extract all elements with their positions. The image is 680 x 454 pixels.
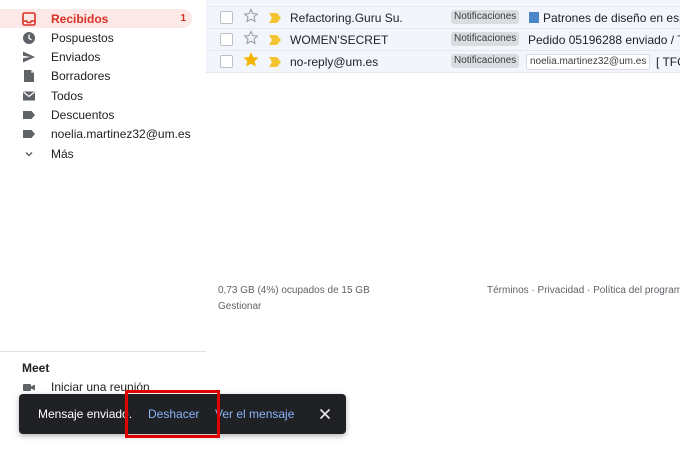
storage-usage: 0,73 GB (4%) ocupados de 15 GB: [218, 285, 370, 296]
highlight-box: [125, 390, 220, 438]
email-label[interactable]: Notificaciones: [451, 32, 520, 46]
video-camera-icon: [22, 380, 36, 394]
sidebar-item-label: Borradores: [51, 68, 111, 83]
email-sender: WOMEN'SECRET: [290, 33, 389, 47]
email-row[interactable]: Refactoring.Guru Su. Notificaciones Patr…: [206, 7, 680, 29]
star-icon[interactable]: [243, 30, 259, 46]
meet-title: Meet: [22, 361, 50, 375]
mail-icon: [22, 89, 36, 103]
footer-links[interactable]: Términos · Privacidad · Política del pro…: [487, 285, 680, 296]
email-row[interactable]: WOMEN'SECRET Notificaciones Pedido 05196…: [206, 29, 680, 51]
email-sender: no-reply@um.es: [290, 55, 379, 69]
important-marker-icon[interactable]: [269, 34, 281, 45]
email-sender: Refactoring.Guru Su.: [290, 11, 403, 25]
email-label-user[interactable]: noelia.martinez32@um.es: [526, 54, 651, 70]
row-checkbox[interactable]: [220, 55, 233, 68]
row-checkbox[interactable]: [220, 33, 233, 46]
sidebar-item-user-label[interactable]: noelia.martinez32@um.es: [0, 124, 192, 143]
snackbar-message: Mensaje enviado.: [38, 407, 133, 421]
sidebar: Recibidos 1 Pospuestos Enviados Borrador…: [0, 0, 206, 454]
unread-count: 1: [180, 13, 186, 24]
email-label[interactable]: Notificaciones: [451, 10, 520, 24]
sidebar-item-label: Descuentos: [51, 107, 115, 122]
star-icon[interactable]: [243, 52, 259, 68]
book-icon: [529, 12, 539, 23]
email-subject: Patrones de diseño en esp: [529, 11, 680, 25]
manage-storage-link[interactable]: Gestionar: [218, 301, 261, 312]
star-icon[interactable]: [243, 8, 259, 24]
sidebar-item-more[interactable]: Más: [0, 144, 192, 163]
sidebar-divider: [0, 351, 206, 352]
email-row[interactable]: no-reply@um.es Notificaciones noelia.mar…: [206, 51, 680, 73]
email-subject: [ TFG: [656, 55, 680, 69]
email-subject: Pedido 05196288 enviado / T: [528, 33, 680, 47]
sidebar-item-promotions[interactable]: Descuentos: [0, 105, 192, 124]
label-icon: [22, 108, 36, 122]
sidebar-item-label: Pospuestos: [51, 30, 114, 45]
email-row-partial: [206, 0, 680, 7]
sidebar-item-label: Todos: [51, 88, 84, 103]
email-label[interactable]: Notificaciones: [451, 54, 520, 68]
label-icon: [22, 127, 36, 141]
draft-icon: [22, 69, 36, 83]
view-message-button[interactable]: Ver el mensaje: [215, 407, 294, 421]
important-marker-icon[interactable]: [269, 56, 281, 67]
sidebar-item-label: Más: [51, 146, 74, 161]
close-icon[interactable]: [317, 406, 333, 422]
clock-icon: [22, 31, 36, 45]
sidebar-item-snoozed[interactable]: Pospuestos: [0, 28, 192, 47]
important-marker-icon[interactable]: [269, 12, 281, 23]
inbox-icon: [22, 11, 36, 26]
row-checkbox[interactable]: [220, 11, 233, 24]
chevron-down-icon: [22, 147, 36, 161]
sidebar-item-all-mail[interactable]: Todos: [0, 86, 192, 105]
sidebar-item-inbox[interactable]: Recibidos 1: [0, 9, 192, 28]
sidebar-item-label: noelia.martinez32@um.es: [51, 126, 191, 141]
sidebar-item-drafts[interactable]: Borradores: [0, 66, 192, 85]
sidebar-item-label: Enviados: [51, 49, 101, 64]
sidebar-item-label: Recibidos: [51, 11, 109, 26]
sidebar-item-sent[interactable]: Enviados: [0, 47, 192, 66]
send-icon: [22, 50, 36, 64]
